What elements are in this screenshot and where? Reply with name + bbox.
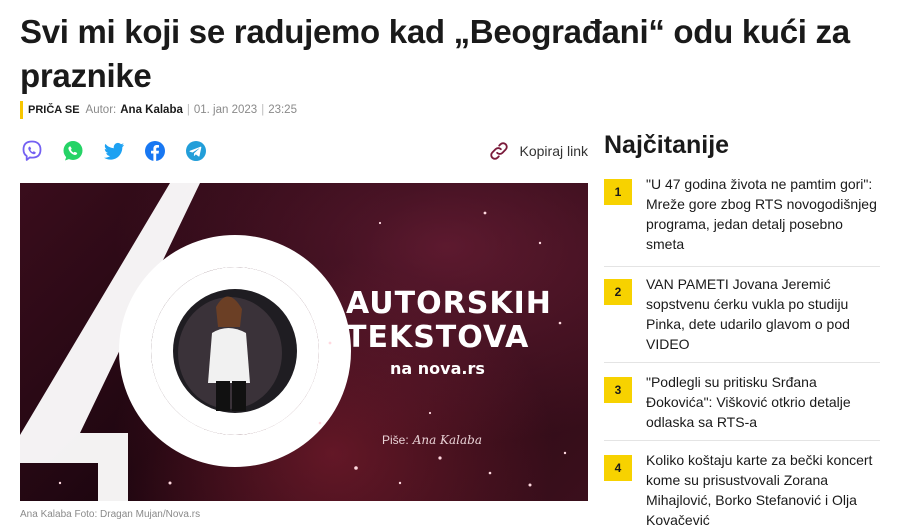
- item-link[interactable]: "U 47 godina života ne pamtim gori": Mre…: [646, 174, 880, 254]
- item-link[interactable]: VAN PAMETI Jovana Jeremić sopstvenu ćerk…: [646, 274, 880, 354]
- item-link[interactable]: "Podlegli su pritisku Srđana Đokovića": …: [646, 372, 880, 432]
- publish-date: 01. jan 2023: [193, 104, 258, 116]
- author-label: Autor:: [85, 104, 117, 116]
- rank-badge: 1: [604, 179, 632, 205]
- hero-image: AUTORSKIH TEKSTOVA na nova.rs Piše: Ana K…: [20, 183, 588, 501]
- whatsapp-icon[interactable]: [61, 139, 85, 163]
- rank-badge: 2: [604, 279, 632, 305]
- hero-signature: Piše: Ana Kalaba: [382, 433, 482, 447]
- author-link[interactable]: Ana Kalaba: [120, 104, 183, 116]
- signature-label: Piše:: [382, 433, 409, 447]
- article-meta: PRIČA SE Autor: Ana Kalaba | 01. jan 202…: [20, 100, 297, 120]
- telegram-icon[interactable]: [184, 139, 208, 163]
- sidebar-title: Najčitanije: [604, 131, 730, 159]
- divider: [604, 362, 880, 363]
- share-bar: Kopiraj link: [20, 138, 588, 164]
- twitter-icon[interactable]: [102, 139, 126, 163]
- copy-link-button[interactable]: Kopiraj link: [488, 140, 588, 162]
- link-icon: [489, 142, 508, 160]
- divider: [604, 266, 880, 267]
- facebook-icon[interactable]: [143, 139, 167, 163]
- list-item[interactable]: 4 Koliko koštaju karte za bečki koncert …: [604, 450, 880, 526]
- rank-badge: 3: [604, 377, 632, 403]
- article-title: Svi mi koji se radujemo kad „Beograđani“…: [20, 13, 850, 94]
- signature-name: Ana Kalaba: [412, 433, 482, 447]
- hero-headline: AUTORSKIH TEKSTOVA: [346, 287, 576, 355]
- hero-line-1: AUTORSKIH: [346, 286, 552, 321]
- meta-separator: |: [261, 104, 265, 116]
- viber-icon[interactable]: [20, 139, 44, 163]
- list-item[interactable]: 2 VAN PAMETI Jovana Jeremić sopstvenu će…: [604, 274, 880, 354]
- category-accent-bar: [20, 101, 23, 119]
- image-caption: Ana Kalaba Foto: Dragan Mujan/Nova.rs: [20, 509, 201, 520]
- divider: [604, 440, 880, 441]
- hero-line-2: TEKSTOVA: [346, 320, 530, 355]
- most-read-sidebar: Najčitanije 1 "U 47 godina života ne pam…: [604, 128, 880, 526]
- hero-site: na nova.rs: [390, 359, 485, 378]
- list-item[interactable]: 1 "U 47 godina života ne pamtim gori": M…: [604, 174, 880, 254]
- rank-badge: 4: [604, 455, 632, 481]
- list-item[interactable]: 3 "Podlegli su pritisku Srđana Đokovića"…: [604, 372, 880, 432]
- copy-link-label: Kopiraj link: [519, 143, 588, 159]
- category-link[interactable]: PRIČA SE: [28, 104, 80, 116]
- meta-separator: |: [186, 104, 190, 116]
- publish-time: 23:25: [268, 104, 297, 116]
- item-link[interactable]: Koliko koštaju karte za bečki koncert ko…: [646, 450, 880, 526]
